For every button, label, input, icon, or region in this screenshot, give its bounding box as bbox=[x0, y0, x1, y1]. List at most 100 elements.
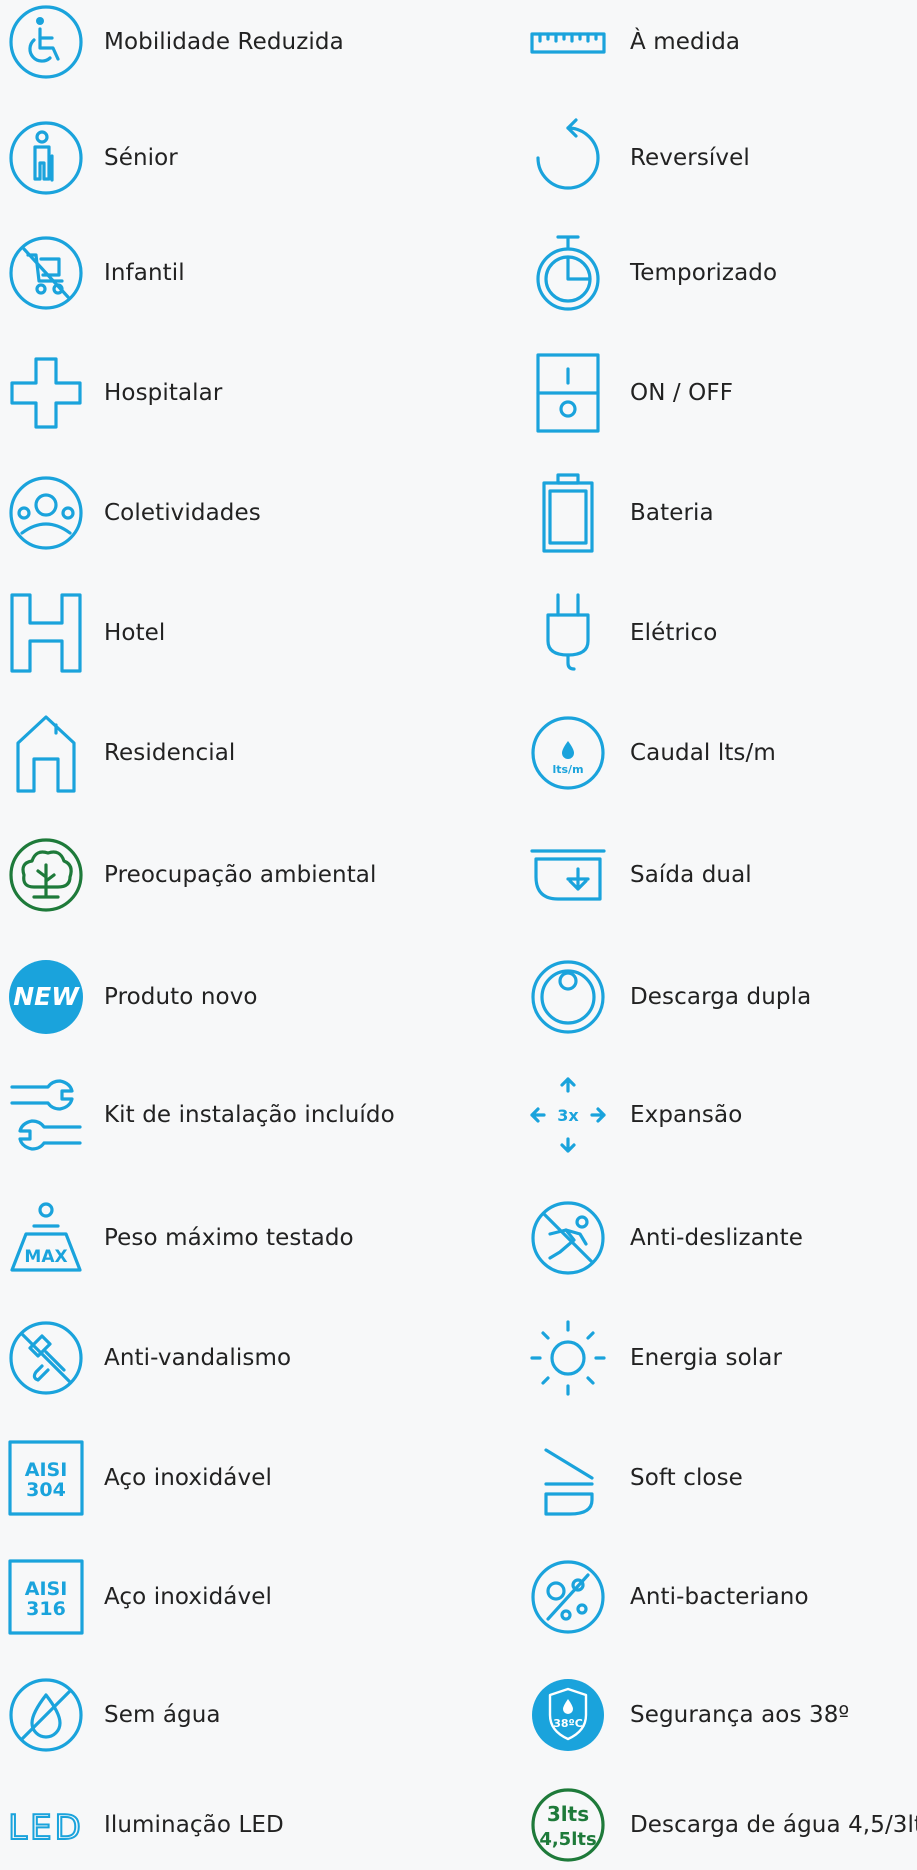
ruler-icon bbox=[530, 4, 606, 80]
feature-label: Caudal lts/m bbox=[630, 740, 776, 766]
max-badge-text: MAX bbox=[24, 1247, 67, 1267]
feature-label: Hotel bbox=[104, 620, 166, 646]
new-badge-icon: NEW bbox=[8, 959, 84, 1035]
dual-flush-icon bbox=[530, 959, 606, 1035]
feature-label: Elétrico bbox=[630, 620, 718, 646]
thermo-shield-icon: 38ºC bbox=[530, 1677, 606, 1753]
feature-item: Descarga dupla bbox=[530, 952, 811, 1042]
stroller-icon bbox=[8, 235, 84, 311]
feature-item: NEW Produto novo bbox=[8, 952, 258, 1042]
aisi-316-icon: AISI 316 bbox=[8, 1559, 84, 1635]
feature-item: Anti-vandalismo bbox=[8, 1313, 291, 1403]
led-icon: LED bbox=[7, 1787, 84, 1863]
water-discharge-icon: 3lts 4,5lts bbox=[530, 1787, 606, 1863]
feature-label: Peso máximo testado bbox=[104, 1225, 354, 1251]
feature-item: À medida bbox=[530, 0, 740, 87]
feature-item: Energia solar bbox=[530, 1313, 782, 1403]
hotel-h-icon bbox=[8, 593, 84, 673]
soft-close-icon bbox=[530, 1440, 606, 1516]
weight-icon: MAX bbox=[8, 1200, 84, 1276]
feature-label: Preocupação ambiental bbox=[104, 862, 377, 888]
feature-label: ON / OFF bbox=[630, 380, 734, 406]
feature-label: Aço inoxidável bbox=[104, 1465, 272, 1491]
feature-item: Sénior bbox=[8, 113, 178, 203]
no-water-icon bbox=[8, 1677, 84, 1753]
feature-label: Hospitalar bbox=[104, 380, 223, 406]
feature-item: 3lts 4,5lts Descarga de água 4,5/3lts bbox=[530, 1780, 917, 1870]
feature-item: Soft close bbox=[530, 1433, 743, 1523]
feature-label: Bateria bbox=[630, 500, 714, 526]
feature-item: ON / OFF bbox=[530, 348, 733, 438]
aisi-badge-line1: AISI bbox=[25, 1578, 68, 1600]
feature-item: Hospitalar bbox=[8, 348, 222, 438]
feature-item: 3x Expansão bbox=[530, 1070, 742, 1160]
anti-bacterial-icon bbox=[530, 1559, 606, 1635]
feature-label: Anti-vandalismo bbox=[104, 1345, 292, 1371]
stopwatch-icon bbox=[530, 235, 606, 311]
feature-item: Mobilidade Reduzida bbox=[8, 0, 344, 87]
aisi-badge-line1: AISI bbox=[25, 1459, 68, 1481]
feature-label: Iluminação LED bbox=[104, 1812, 284, 1838]
feature-label: Sem água bbox=[104, 1702, 221, 1728]
wrench-icon bbox=[8, 1077, 84, 1153]
feature-item: Anti-deslizante bbox=[530, 1193, 803, 1283]
led-badge-text: LED bbox=[8, 1808, 84, 1848]
feature-item: AISI 316 Aço inoxidável bbox=[8, 1552, 272, 1642]
aisi-badge-line2: 316 bbox=[26, 1598, 66, 1620]
discharge-badge-line1: 3lts bbox=[547, 1802, 589, 1826]
expansion-badge-text: 3x bbox=[557, 1106, 579, 1125]
feature-label: Coletividades bbox=[104, 500, 261, 526]
feature-item: Bateria bbox=[530, 468, 714, 558]
aisi-badge-line2: 304 bbox=[26, 1479, 66, 1501]
feature-label: Anti-bacteriano bbox=[630, 1584, 809, 1610]
feature-label: Sénior bbox=[104, 145, 178, 171]
senior-person-icon bbox=[8, 120, 84, 196]
hospital-cross-icon bbox=[8, 355, 84, 431]
feature-item: lts/m Caudal lts/m bbox=[530, 708, 776, 798]
feature-label: Kit de instalação incluído bbox=[104, 1102, 395, 1128]
feature-item: LED Iluminação LED bbox=[7, 1780, 284, 1870]
feature-item: Residencial bbox=[8, 708, 235, 798]
feature-item: Reversível bbox=[530, 113, 750, 203]
feature-label: Descarga de água 4,5/3lts bbox=[630, 1812, 917, 1838]
wheelchair-icon bbox=[8, 4, 84, 80]
feature-label: Expansão bbox=[630, 1102, 743, 1128]
feature-item: 38ºC Segurança aos 38º bbox=[530, 1670, 849, 1760]
feature-item: Elétrico bbox=[530, 588, 717, 678]
tree-icon bbox=[8, 837, 84, 913]
feature-item: Coletividades bbox=[8, 468, 261, 558]
switch-icon bbox=[530, 353, 606, 433]
community-icon bbox=[8, 475, 84, 551]
feature-label: Residencial bbox=[104, 740, 236, 766]
reverse-arrow-icon bbox=[530, 118, 606, 196]
dual-outlet-icon bbox=[530, 837, 606, 913]
flow-rate-icon: lts/m bbox=[530, 715, 606, 791]
feature-label: Saída dual bbox=[630, 862, 752, 888]
expansion-icon: 3x bbox=[530, 1077, 606, 1153]
feature-label: Descarga dupla bbox=[630, 984, 812, 1010]
feature-item: Preocupação ambiental bbox=[8, 830, 377, 920]
discharge-badge-line2: 4,5lts bbox=[539, 1829, 596, 1850]
sun-icon bbox=[530, 1320, 606, 1396]
feature-label: Produto novo bbox=[104, 984, 258, 1010]
feature-label: Aço inoxidável bbox=[104, 1584, 272, 1610]
anti-vandal-hammer-icon bbox=[8, 1320, 84, 1396]
feature-item: MAX Peso máximo testado bbox=[8, 1193, 354, 1283]
feature-item: Hotel bbox=[8, 588, 165, 678]
new-badge-text: NEW bbox=[13, 982, 80, 1011]
feature-label: Energia solar bbox=[630, 1345, 783, 1371]
feature-item: AISI 304 Aço inoxidável bbox=[8, 1433, 272, 1523]
plug-icon bbox=[530, 593, 606, 671]
anti-slip-icon bbox=[530, 1200, 606, 1276]
battery-icon bbox=[530, 473, 606, 553]
aisi-304-icon: AISI 304 bbox=[8, 1440, 84, 1516]
feature-label: Reversível bbox=[630, 145, 750, 171]
feature-item: Temporizado bbox=[530, 228, 777, 318]
feature-item: Saída dual bbox=[530, 830, 752, 920]
feature-label: Temporizado bbox=[630, 260, 778, 286]
feature-label: Anti-deslizante bbox=[630, 1225, 803, 1251]
feature-label: À medida bbox=[630, 29, 741, 55]
feature-item: Anti-bacteriano bbox=[530, 1552, 809, 1642]
feature-label: Mobilidade Reduzida bbox=[104, 29, 344, 55]
house-icon bbox=[8, 715, 84, 793]
